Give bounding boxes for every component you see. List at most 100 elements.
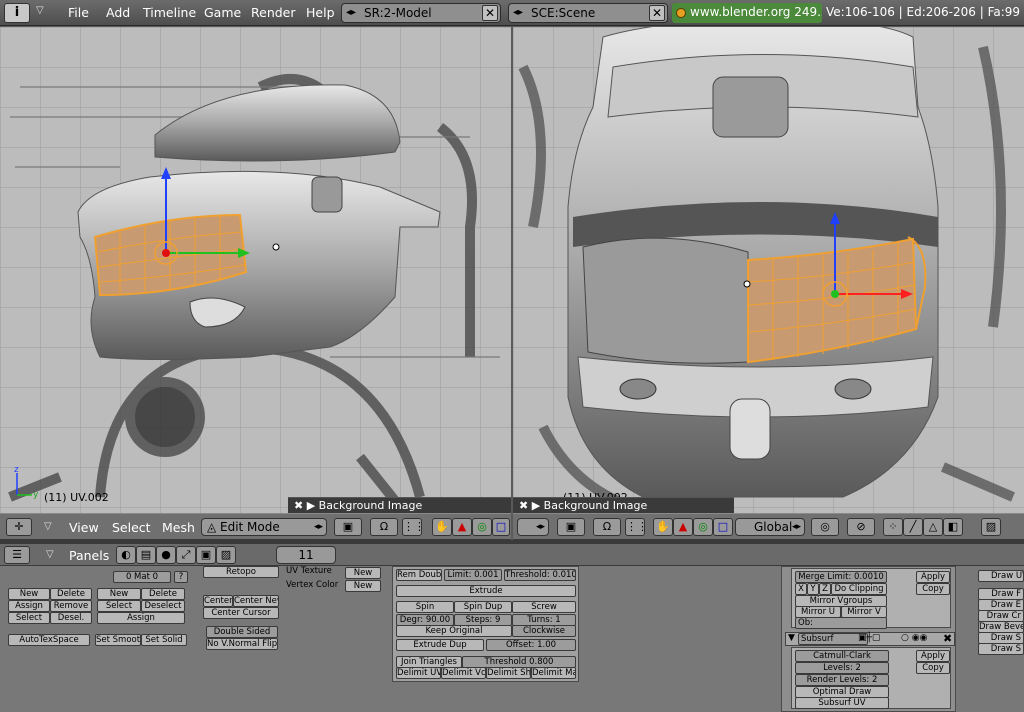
menu-select[interactable]: Select bbox=[112, 520, 151, 535]
spin-button[interactable]: Spin bbox=[396, 601, 454, 613]
menu-render[interactable]: Render bbox=[251, 5, 296, 20]
script-context-icon[interactable]: ▤ bbox=[136, 546, 156, 564]
axis-z-toggle[interactable]: Z bbox=[819, 583, 831, 595]
material-index-field[interactable]: 0 Mat 0 bbox=[113, 571, 171, 583]
center-new-button[interactable]: Center New bbox=[233, 595, 279, 607]
material-delete-button[interactable]: Delete bbox=[141, 588, 185, 600]
material-new-button[interactable]: New bbox=[97, 588, 141, 600]
collapse-menu-icon[interactable]: ▽ bbox=[36, 5, 44, 16]
close-icon[interactable]: ✕ bbox=[649, 5, 665, 21]
vgroup-remove-button[interactable]: Remove bbox=[50, 600, 92, 612]
center-cursor-button[interactable]: Center Cursor bbox=[203, 607, 279, 619]
subsurf-uv-toggle[interactable]: Subsurf UV bbox=[795, 697, 889, 709]
do-clipping-toggle[interactable]: Do Clipping bbox=[831, 583, 887, 595]
mode-selector[interactable]: ◬ Edit Mode ◂▸ bbox=[201, 518, 327, 536]
snap-icon[interactable]: ⊘ bbox=[847, 518, 875, 536]
subsurf-apply-button[interactable]: Apply bbox=[916, 650, 950, 662]
clockwise-toggle[interactable]: Clockwise bbox=[512, 625, 576, 637]
vgroup-desel-button[interactable]: Desel. bbox=[50, 612, 92, 624]
offset-field[interactable]: Offset: 1.00 bbox=[486, 639, 576, 651]
menu-view[interactable]: View bbox=[69, 520, 99, 535]
material-deselect-button[interactable]: Deselect bbox=[141, 600, 185, 612]
close-icon[interactable]: ✖ ▶ bbox=[294, 499, 319, 512]
limit-field[interactable]: Limit: 0.001 bbox=[444, 569, 502, 581]
merge-limit-field[interactable]: Merge Limit: 0.0010 bbox=[795, 571, 887, 583]
subdivision-type-selector[interactable]: Catmull-Clark bbox=[795, 650, 889, 662]
menu-panels[interactable]: Panels bbox=[69, 548, 109, 563]
vgroup-assign-button[interactable]: Assign bbox=[8, 600, 50, 612]
menu-file[interactable]: File bbox=[68, 5, 89, 20]
frame-counter[interactable]: 11 bbox=[276, 546, 336, 564]
scale-manip-icon[interactable]: ◎ bbox=[693, 518, 713, 536]
mirror-object-field[interactable]: Ob: bbox=[795, 617, 887, 629]
vgroup-select-button[interactable]: Select bbox=[8, 612, 50, 624]
levels-field[interactable]: Levels: 2 bbox=[795, 662, 889, 674]
screw-button[interactable]: Screw bbox=[512, 601, 576, 613]
no-vnormal-flip-toggle[interactable]: No V.Normal Flip bbox=[206, 638, 278, 650]
set-smooth-button[interactable]: Set Smoot bbox=[95, 634, 141, 646]
screen-selector[interactable]: ◂▸ SR:2-Model ✕ bbox=[341, 3, 501, 23]
proportional-icon[interactable]: ◎ bbox=[811, 518, 839, 536]
menu-game[interactable]: Game bbox=[204, 5, 241, 20]
layer-icon[interactable]: ⋮⋮ bbox=[402, 518, 425, 536]
menu-timeline[interactable]: Timeline bbox=[143, 5, 196, 20]
scene-context-icon[interactable]: ▨ bbox=[216, 546, 236, 564]
delete-modifier-icon[interactable]: ✖ bbox=[943, 632, 952, 645]
menu-add[interactable]: Add bbox=[106, 5, 130, 20]
hand-icon[interactable]: ✋ bbox=[432, 518, 452, 536]
editor-type-icon[interactable]: ✛ bbox=[6, 518, 32, 536]
background-image-panel[interactable]: ✖ ▶ Background Image bbox=[513, 497, 734, 513]
axis-x-toggle[interactable]: X bbox=[795, 583, 807, 595]
render-icon[interactable]: ▨ bbox=[981, 518, 1001, 536]
version-url[interactable]: www.blender.org 249.2 bbox=[672, 3, 822, 23]
delimit-vco-toggle[interactable]: Delimit Vco bbox=[441, 667, 486, 679]
extrude-dup-button[interactable]: Extrude Dup bbox=[396, 639, 484, 651]
axis-y-toggle[interactable]: Y bbox=[807, 583, 819, 595]
subsurf-copy-button[interactable]: Copy bbox=[916, 662, 950, 674]
menu-help[interactable]: Help bbox=[306, 5, 335, 20]
orientation-selector[interactable]: Global ◂▸ bbox=[735, 518, 805, 536]
draw-type-icon[interactable]: ▣ bbox=[557, 518, 585, 536]
close-icon[interactable]: ✕ bbox=[482, 5, 498, 21]
mirror-apply-button[interactable]: Apply bbox=[916, 571, 950, 583]
rotate-manip-icon[interactable]: ▲ bbox=[452, 518, 472, 536]
keep-original-toggle[interactable]: Keep Original bbox=[396, 625, 512, 637]
delimit-sha-toggle[interactable]: Delimit Sha bbox=[486, 667, 531, 679]
subsurf-header[interactable]: ▼ Subsurf ▣┼▢ ○ ◉◉ ✖ bbox=[785, 632, 955, 646]
rem-doubles-button[interactable]: Rem Doubl bbox=[396, 569, 442, 581]
collapse-menu-icon[interactable]: ▽ bbox=[44, 521, 52, 532]
double-sided-toggle[interactable]: Double Sided bbox=[206, 626, 278, 638]
shading-context-icon[interactable]: ● bbox=[156, 546, 176, 564]
draw-uv-toggle[interactable]: Draw UV bbox=[978, 570, 1024, 582]
uv-texture-new-button[interactable]: New bbox=[345, 567, 381, 579]
logic-context-icon[interactable]: ◐ bbox=[116, 546, 136, 564]
mode-selector[interactable]: ◂▸ bbox=[517, 518, 549, 536]
vertex-select-icon[interactable]: ⁘ bbox=[883, 518, 903, 536]
extrude-button[interactable]: Extrude bbox=[396, 585, 576, 597]
viewport-left[interactable]: z y (11) UV.002 ✖ ▶ Background Image bbox=[0, 27, 511, 513]
close-icon[interactable]: ✖ ▶ bbox=[519, 499, 544, 512]
cage-icons[interactable]: ○ ◉◉ bbox=[901, 633, 927, 643]
editing-context-icon[interactable]: ▣ bbox=[196, 546, 216, 564]
material-select-button[interactable]: Select bbox=[97, 600, 141, 612]
threshold-field[interactable]: Threshold: 0.010 bbox=[504, 569, 576, 581]
layer-icon[interactable]: ⋮⋮ bbox=[625, 518, 648, 536]
render-levels-field[interactable]: Render Levels: 2 bbox=[795, 674, 889, 686]
background-image-panel[interactable]: ✖ ▶ Background Image bbox=[288, 497, 511, 513]
menu-mesh[interactable]: Mesh bbox=[162, 520, 195, 535]
translate-manip-icon[interactable]: □ bbox=[713, 518, 733, 536]
center-button[interactable]: Center bbox=[203, 595, 233, 607]
rotate-manip-icon[interactable]: ▲ bbox=[673, 518, 693, 536]
info-editor-icon[interactable]: i bbox=[4, 3, 30, 23]
vertex-color-new-button[interactable]: New bbox=[345, 580, 381, 592]
material-assign-button[interactable]: Assign bbox=[97, 612, 185, 624]
occlude-icon[interactable]: ◧ bbox=[943, 518, 963, 536]
edge-select-icon[interactable]: ╱ bbox=[903, 518, 923, 536]
viewport-right[interactable]: (11) UV.002 ✖ ▶ Background Image bbox=[513, 27, 1024, 513]
vgroup-delete-button[interactable]: Delete bbox=[50, 588, 92, 600]
pivot-icon[interactable]: Ω bbox=[370, 518, 398, 536]
spin-dup-button[interactable]: Spin Dup bbox=[454, 601, 512, 613]
editor-type-icon[interactable]: ☰ bbox=[4, 546, 30, 564]
pivot-icon[interactable]: Ω bbox=[593, 518, 621, 536]
delimit-ma-toggle[interactable]: Delimit Ma bbox=[531, 667, 576, 679]
